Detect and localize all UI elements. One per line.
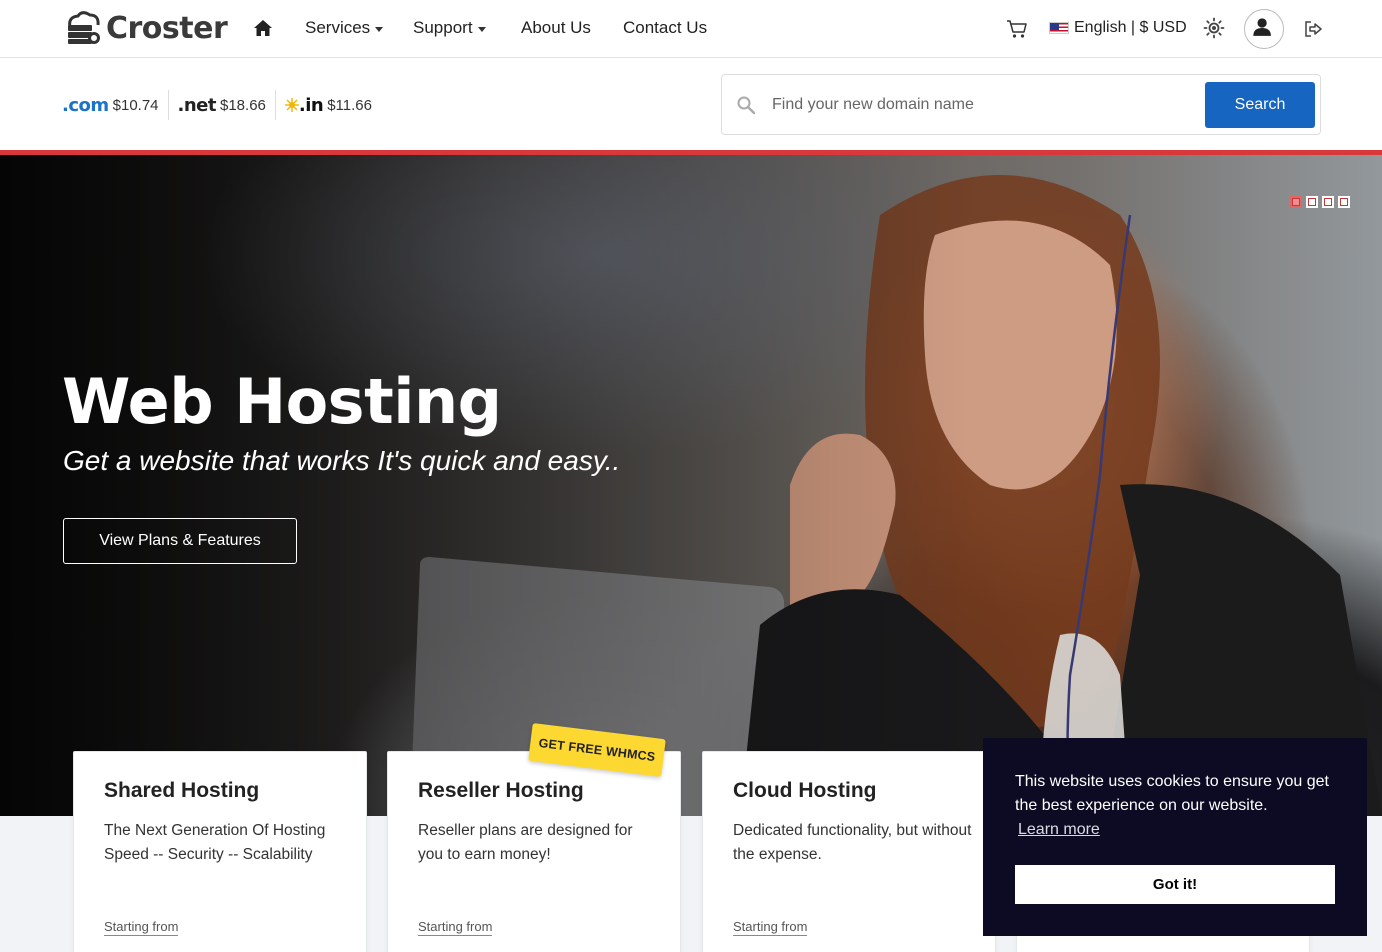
slider-dot[interactable] xyxy=(1306,196,1318,208)
view-plans-button[interactable]: View Plans & Features xyxy=(63,518,297,564)
tld-extension: .net xyxy=(177,94,217,116)
product-card-shared[interactable]: Shared Hosting The Next Generation Of Ho… xyxy=(73,751,367,952)
slider-dot[interactable] xyxy=(1338,196,1350,208)
tld-extension: .in xyxy=(298,94,324,116)
logo-text: Croster xyxy=(106,10,228,46)
cart-icon[interactable] xyxy=(1006,19,1028,39)
us-flag-icon xyxy=(1049,22,1069,34)
nav-services[interactable]: Services xyxy=(305,18,384,38)
card-title: Shared Hosting xyxy=(104,779,260,802)
nav-about[interactable]: About Us xyxy=(521,18,591,38)
hero-overlay xyxy=(0,155,1382,816)
slider-dot[interactable] xyxy=(1290,196,1302,208)
logout-icon[interactable] xyxy=(1303,19,1323,39)
learn-more-link[interactable]: Learn more xyxy=(1018,821,1100,839)
tld-extension: .com xyxy=(62,94,109,116)
card-title: Cloud Hosting xyxy=(733,779,877,802)
card-title: Reseller Hosting xyxy=(418,779,584,802)
tld-item-com[interactable]: .com $10.74 xyxy=(62,90,168,120)
chevron-down-icon xyxy=(375,26,384,32)
product-card-cloud[interactable]: Cloud Hosting Dedicated functionality, b… xyxy=(702,751,996,952)
tld-item-in[interactable]: .in $11.66 xyxy=(274,90,381,120)
tld-item-net[interactable]: .net $18.66 xyxy=(167,90,275,120)
tld-price-list: .com $10.74 .net $18.66 .in $11.66 xyxy=(62,90,381,120)
theme-toggle-sun-icon[interactable] xyxy=(1203,17,1225,39)
domain-search-bar: .com $10.74 .net $18.66 .in $11.66 Searc… xyxy=(0,58,1382,150)
starting-from-label: Starting from xyxy=(733,919,808,936)
hero-slider: Web Hosting Get a website that works It'… xyxy=(0,155,1382,816)
language-currency-label: English | $ USD xyxy=(1074,19,1187,36)
nav-contact[interactable]: Contact Us xyxy=(623,18,707,38)
nav-services-label: Services xyxy=(305,18,371,37)
tld-price: $18.66 xyxy=(220,96,266,114)
accept-cookies-button[interactable]: Got it! xyxy=(1015,865,1335,904)
chevron-down-icon xyxy=(477,26,486,32)
product-card-reseller[interactable]: Reseller Hosting Reseller plans are desi… xyxy=(387,751,681,952)
user-icon xyxy=(1253,18,1271,36)
card-description: Reseller plans are designed for you to e… xyxy=(418,822,633,863)
hero-title: Web Hosting xyxy=(62,365,502,438)
starting-from-label: Starting from xyxy=(104,919,179,936)
tld-price: $10.74 xyxy=(112,96,159,114)
server-cloud-logo-icon xyxy=(68,11,100,44)
top-navigation: Croster Services Support About Us Contac… xyxy=(0,0,1382,58)
starting-from-label: Starting from xyxy=(418,919,493,936)
home-icon[interactable] xyxy=(253,18,273,38)
cookie-message: This website uses cookies to ensure you … xyxy=(1015,773,1329,814)
slider-dot[interactable] xyxy=(1322,196,1334,208)
logo[interactable]: Croster xyxy=(64,10,228,46)
slider-pagination xyxy=(1290,196,1350,208)
india-sun-icon xyxy=(284,98,299,112)
hero-subtitle: Get a website that works It's quick and … xyxy=(63,445,621,476)
search-button[interactable]: Search xyxy=(1205,82,1315,128)
search-icon xyxy=(737,96,756,115)
tld-price: $11.66 xyxy=(327,96,372,114)
domain-search-box: Search xyxy=(721,74,1321,135)
account-button[interactable] xyxy=(1244,9,1284,49)
language-currency-selector[interactable]: English | $ USD xyxy=(1049,19,1187,37)
nav-support[interactable]: Support xyxy=(413,18,486,38)
card-description: The Next Generation Of Hosting Speed -- … xyxy=(104,822,326,863)
cookie-consent-banner: This website uses cookies to ensure you … xyxy=(983,738,1367,936)
card-description: Dedicated functionality, but without the… xyxy=(733,822,972,863)
nav-support-label: Support xyxy=(413,18,473,37)
domain-search-input[interactable] xyxy=(772,89,1192,121)
